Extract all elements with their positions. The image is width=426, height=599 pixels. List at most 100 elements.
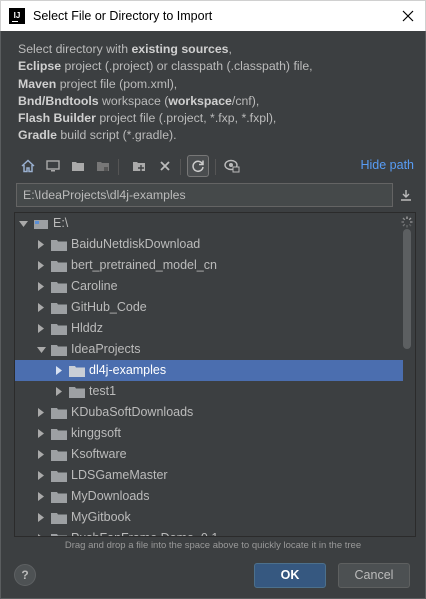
tree-item-label: BaiduNetdiskDownload	[71, 237, 201, 251]
drive-icon	[33, 218, 49, 230]
collapsed-arrow-icon[interactable]	[35, 234, 47, 255]
tree-row[interactable]: PushFanFrame Demo_0.1	[15, 528, 403, 536]
file-tree[interactable]: E:\ BaiduNetdiskDownload bert_pretrained…	[14, 212, 416, 537]
collapsed-arrow-icon[interactable]	[35, 297, 47, 318]
ok-button[interactable]: OK	[254, 563, 326, 588]
expanded-arrow-icon[interactable]	[35, 339, 47, 360]
folder-icon	[51, 449, 67, 461]
tree-scrollbar[interactable]	[403, 229, 411, 349]
tree-row[interactable]: MyDownloads	[15, 486, 403, 507]
desc-text: build script (*.gradle).	[56, 128, 177, 143]
drag-drop-hint: Drag and drop a file into the space abov…	[64, 540, 362, 551]
folder-icon	[51, 407, 67, 419]
tree-item-label: E:\	[53, 216, 69, 230]
tree-item-label: bert_pretrained_model_cn	[71, 258, 217, 272]
tree-row[interactable]: GitHub_Code	[15, 297, 403, 318]
tree-item-label: KDubaSoftDownloads	[71, 405, 194, 419]
folder-icon	[51, 533, 67, 536]
collapsed-arrow-icon[interactable]	[35, 423, 47, 444]
tree-row[interactable]: Caroline	[15, 276, 403, 297]
folder-icon	[51, 302, 67, 314]
desc-bold: Gradle	[18, 128, 57, 143]
collapsed-arrow-icon[interactable]	[35, 276, 47, 297]
intellij-app-icon: IJ	[9, 8, 25, 24]
tree-item-label: GitHub_Code	[71, 300, 147, 314]
folder-icon	[51, 260, 67, 272]
desc-text: project (.project) or classpath (.classp…	[61, 59, 313, 74]
toolbar-separator	[118, 159, 119, 175]
tree-row[interactable]: MyGitbook	[15, 507, 403, 528]
folder-icon	[51, 239, 67, 251]
tree-item-label: Caroline	[71, 279, 118, 293]
collapsed-arrow-icon[interactable]	[35, 318, 47, 339]
tree-item-label: LDSGameMaster	[71, 468, 168, 482]
file-chooser-toolbar: Hide path	[16, 155, 416, 177]
tree-item-label: MyGitbook	[71, 510, 131, 524]
desc-text: /cnf),	[231, 93, 260, 108]
tree-item-label: Hlddz	[71, 321, 103, 335]
window-border-left	[0, 31, 1, 599]
tree-item-label: IdeaProjects	[71, 342, 141, 356]
module-folder-icon[interactable]	[94, 157, 112, 175]
refresh-icon[interactable]	[187, 155, 209, 177]
desc-text: workspace (	[98, 93, 169, 108]
tree-row[interactable]: Hlddz	[15, 318, 403, 339]
desc-text: project file (.project, *.fxp, *.fxpl),	[95, 111, 277, 126]
project-folder-icon[interactable]	[69, 157, 87, 175]
import-description: Select directory with existing sources, …	[18, 41, 418, 145]
hide-path-link[interactable]: Hide path	[360, 158, 414, 172]
tree-item-label: test1	[89, 384, 117, 398]
collapsed-arrow-icon[interactable]	[53, 360, 65, 381]
collapsed-arrow-icon[interactable]	[35, 255, 47, 276]
title-bar: IJ Select File or Directory to Import	[0, 0, 426, 31]
download-icon[interactable]	[396, 185, 416, 205]
desc-text: Select directory with	[18, 42, 132, 56]
collapsed-arrow-icon[interactable]	[35, 486, 47, 507]
tree-root-row[interactable]: E:\	[15, 213, 403, 234]
folder-icon	[51, 344, 67, 356]
desc-bold: existing sources	[131, 42, 229, 56]
tree-item-label: dl4j-examples	[89, 363, 167, 377]
desktop-icon[interactable]	[44, 157, 62, 175]
tree-row[interactable]: LDSGameMaster	[15, 465, 403, 486]
delete-icon[interactable]	[156, 157, 174, 175]
folder-icon	[51, 470, 67, 482]
desc-text: project file (pom.xml),	[56, 76, 178, 91]
help-button[interactable]: ?	[14, 564, 36, 586]
collapsed-arrow-icon[interactable]	[35, 444, 47, 465]
close-icon[interactable]	[391, 1, 425, 31]
desc-bold: workspace	[168, 93, 232, 108]
tree-row[interactable]: KDubaSoftDownloads	[15, 402, 403, 423]
tree-row[interactable]: kinggsoft	[15, 423, 403, 444]
collapsed-arrow-icon[interactable]	[35, 402, 47, 423]
collapsed-arrow-icon[interactable]	[35, 528, 47, 536]
toolbar-separator	[180, 159, 181, 175]
collapsed-arrow-icon[interactable]	[53, 381, 65, 402]
desc-bold: Flash Builder	[18, 111, 96, 126]
collapsed-arrow-icon[interactable]	[35, 507, 47, 528]
tree-item-label: Ksoftware	[71, 447, 127, 461]
folder-icon	[51, 491, 67, 503]
folder-icon	[51, 281, 67, 293]
tree-row[interactable]: BaiduNetdiskDownload	[15, 234, 403, 255]
cancel-button[interactable]: Cancel	[338, 563, 410, 588]
tree-row[interactable]: bert_pretrained_model_cn	[15, 255, 403, 276]
expanded-arrow-icon[interactable]	[17, 213, 29, 234]
desc-bold: Bnd/Bndtools	[18, 93, 99, 108]
desc-bold: Eclipse	[18, 59, 62, 74]
desc-bold: Maven	[18, 76, 57, 91]
tree-row-selected[interactable]: dl4j-examples	[15, 360, 403, 381]
new-folder-icon[interactable]	[130, 157, 148, 175]
tree-row[interactable]: IdeaProjects	[15, 339, 403, 360]
path-input[interactable]	[16, 183, 393, 207]
tree-row[interactable]: Ksoftware	[15, 444, 403, 465]
tree-item-label: MyDownloads	[71, 489, 150, 503]
tree-row[interactable]: test1	[15, 381, 403, 402]
home-icon[interactable]	[19, 157, 37, 175]
tree-item-label: PushFanFrame Demo_0.1	[71, 528, 218, 536]
desc-text: ,	[228, 42, 232, 56]
tree-item-label: kinggsoft	[71, 426, 122, 440]
show-hidden-icon[interactable]	[223, 157, 241, 175]
collapsed-arrow-icon[interactable]	[35, 465, 47, 486]
toolbar-separator	[215, 159, 216, 175]
